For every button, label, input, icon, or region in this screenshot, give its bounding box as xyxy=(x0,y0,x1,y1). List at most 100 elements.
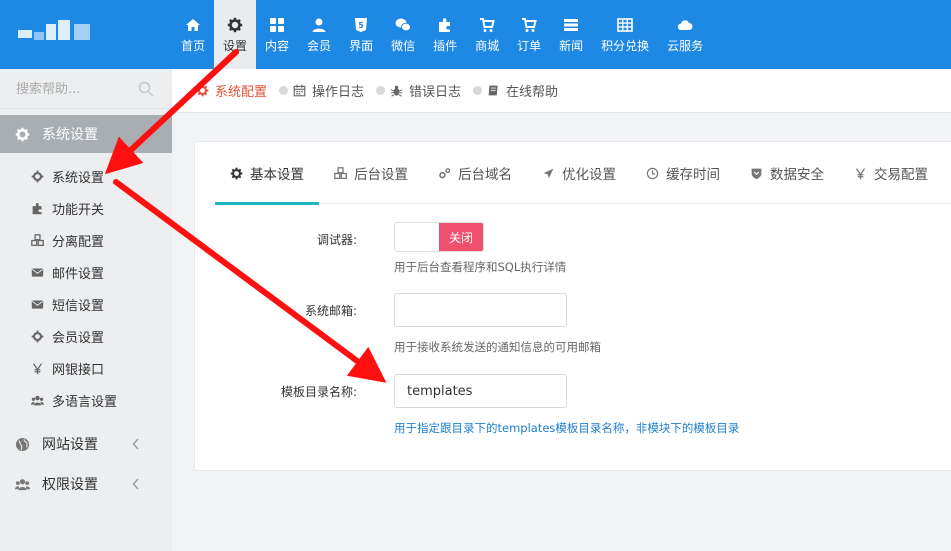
cart-icon xyxy=(522,17,537,32)
sidebar-item-label: 分离配置 xyxy=(52,234,105,250)
template-dir-help-text: 用于指定跟目录下的templates模板目录名称，非模块下的模板目录 xyxy=(394,421,740,435)
nav-item-news[interactable]: 新闻 xyxy=(550,0,592,69)
tab-cache-time[interactable]: 缓存时间 xyxy=(631,142,735,204)
system-email-help-text: 用于接收系统发送的通知信息的可用邮箱 xyxy=(394,340,601,354)
breadcrumb-error-log[interactable]: 错误日志 xyxy=(376,81,461,100)
tab-label: 交易配置 xyxy=(874,167,928,183)
sidebar-item-label: 网银接口 xyxy=(52,362,105,378)
users-icon xyxy=(31,395,44,405)
breadcrumb-system-config[interactable]: 系统配置 xyxy=(196,81,267,100)
gear-icon xyxy=(15,127,30,141)
envelope-icon xyxy=(31,299,44,309)
sidebar-item-payment-gateway[interactable]: 网银接口 xyxy=(0,352,172,384)
sidebar-item-separate-config[interactable]: 分离配置 xyxy=(0,224,172,256)
nav-item-content[interactable]: 内容 xyxy=(256,0,298,69)
sidebar-group-label: 网站设置 xyxy=(42,437,98,453)
tab-admin-domain[interactable]: 后台域名 xyxy=(423,142,527,204)
home-icon xyxy=(186,18,200,31)
sidebar-item-feature-switch[interactable]: 功能开关 xyxy=(0,192,172,224)
tab-data-security[interactable]: 数据安全 xyxy=(735,142,839,204)
top-navigation-bar: 首页 设置 内容 会员 5 界面 微信 插件 商城 订单 新闻 积分兑换 云服务 xyxy=(0,0,951,69)
sidebar-item-mail-settings[interactable]: 邮件设置 xyxy=(0,256,172,288)
template-dir-label: 模板目录名称: xyxy=(280,385,357,399)
sidebar-item-label: 短信设置 xyxy=(52,298,105,314)
breadcrumb-label: 错误日志 xyxy=(409,85,462,100)
cart-icon xyxy=(480,17,495,32)
nav-item-home[interactable]: 首页 xyxy=(172,0,214,69)
tab-label: 后台设置 xyxy=(354,167,408,183)
sidebar-item-member-settings[interactable]: 会员设置 xyxy=(0,320,172,352)
tab-label: 缓存时间 xyxy=(666,167,720,183)
nav-item-order[interactable]: 订单 xyxy=(508,0,550,69)
separator-dot xyxy=(279,86,289,95)
sidebar-item-system-settings[interactable]: 系统设置 xyxy=(0,160,172,192)
nav-item-label: 界面 xyxy=(349,38,374,53)
system-email-input[interactable] xyxy=(394,293,567,327)
toggle-state: 关闭 xyxy=(439,223,483,251)
shield-icon xyxy=(751,168,762,179)
sidebar-group-permissions[interactable]: 权限设置 xyxy=(0,465,172,503)
tab-trade-config[interactable]: 交易配置 xyxy=(839,142,943,204)
gear-icon xyxy=(227,17,243,32)
sidebar: 系统设置 系统设置 功能开关 分离配置 邮件设置 短信设置 会员设置 网银接口 … xyxy=(0,69,172,551)
separator-dot xyxy=(473,86,483,95)
bug-icon xyxy=(390,85,403,97)
nav-item-label: 设置 xyxy=(223,38,248,53)
sidebar-item-label: 会员设置 xyxy=(52,330,105,346)
nav-item-plugin[interactable]: 插件 xyxy=(424,0,466,69)
tab-basic-settings[interactable]: 基本设置 xyxy=(215,142,319,205)
user-icon xyxy=(312,18,326,32)
grid-icon xyxy=(270,17,285,32)
nav-item-shop[interactable]: 商城 xyxy=(466,0,508,69)
template-dir-input[interactable] xyxy=(394,374,567,408)
cubes-icon xyxy=(31,233,44,246)
breadcrumb: 系统配置 操作日志 错误日志 在线帮助 xyxy=(172,69,951,113)
breadcrumb-online-help[interactable]: 在线帮助 xyxy=(473,81,558,100)
calendar-icon xyxy=(293,84,306,97)
cubes-icon xyxy=(334,166,347,179)
puzzle-icon xyxy=(439,17,451,32)
sidebar-item-language-settings[interactable]: 多语言设置 xyxy=(0,384,172,416)
yen-icon xyxy=(855,167,866,179)
svg-text:5: 5 xyxy=(358,21,364,30)
settings-panel: 基本设置 后台设置 后台域名 优化设置 缓存时间 数据安全 交易配置 调试器: … xyxy=(194,141,951,471)
breadcrumb-operation-log[interactable]: 操作日志 xyxy=(279,81,364,100)
nav-item-wechat[interactable]: 微信 xyxy=(382,0,424,69)
server-icon xyxy=(564,18,579,31)
gear-icon xyxy=(31,170,44,182)
yen-icon xyxy=(32,362,43,374)
tab-label: 数据安全 xyxy=(770,167,824,183)
tab-admin-settings[interactable]: 后台设置 xyxy=(319,142,423,204)
cloud-icon xyxy=(677,19,693,30)
nav-item-points[interactable]: 积分兑换 xyxy=(592,0,658,69)
sidebar-group-label: 权限设置 xyxy=(42,477,98,493)
sidebar-search xyxy=(0,69,172,109)
envelope-icon xyxy=(31,267,44,277)
tab-optimization[interactable]: 优化设置 xyxy=(527,142,631,204)
system-email-label: 系统邮箱: xyxy=(304,304,357,318)
nav-item-label: 商城 xyxy=(475,38,500,53)
chevron-left-icon xyxy=(132,478,139,490)
nav-item-settings[interactable]: 设置 xyxy=(214,0,257,69)
sidebar-item-label: 邮件设置 xyxy=(52,266,105,282)
sidebar-group-system[interactable]: 系统设置 xyxy=(0,115,172,153)
html5-icon: 5 xyxy=(355,17,368,32)
tab-label: 基本设置 xyxy=(250,167,304,183)
nav-item-label: 订单 xyxy=(517,38,542,53)
sidebar-item-sms-settings[interactable]: 短信设置 xyxy=(0,288,172,320)
gear-icon xyxy=(230,167,243,179)
separator-dot xyxy=(376,86,386,95)
nav-item-cloud[interactable]: 云服务 xyxy=(658,0,712,69)
logo[interactable] xyxy=(0,0,172,69)
table-icon xyxy=(617,17,633,32)
nav-item-member[interactable]: 会员 xyxy=(298,0,340,69)
gears-icon xyxy=(439,167,451,178)
debugger-toggle[interactable]: 关闭 xyxy=(394,222,484,252)
debugger-help-text: 用于后台查看程序和SQL执行详情 xyxy=(394,260,567,274)
nav-item-label: 积分兑换 xyxy=(601,38,650,53)
sidebar-group-website[interactable]: 网站设置 xyxy=(0,425,172,463)
nav-item-interface[interactable]: 5 界面 xyxy=(340,0,382,69)
search-icon[interactable] xyxy=(138,81,154,97)
puzzle-icon xyxy=(32,202,42,214)
gear-icon xyxy=(31,330,44,342)
